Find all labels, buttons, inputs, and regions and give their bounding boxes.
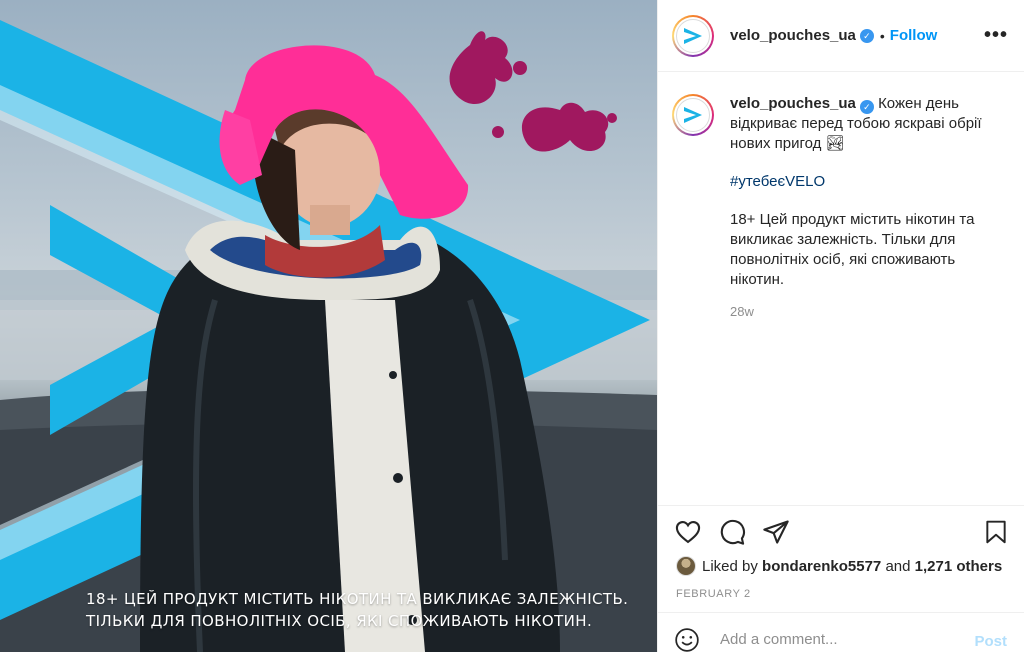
comment-icon[interactable] xyxy=(718,518,746,546)
comment-input[interactable] xyxy=(720,631,950,648)
smiley-icon[interactable] xyxy=(674,627,700,652)
profile-avatar[interactable] xyxy=(672,14,714,57)
follow-button[interactable]: Follow xyxy=(890,27,938,44)
caption-text-block: velo_pouches_ua ✓ Кожен день відкриває пе… xyxy=(730,94,990,322)
more-options-icon[interactable]: ••• xyxy=(984,24,1008,47)
caption-warning-text: 18+ Цей продукт містить нікотин та викли… xyxy=(730,211,975,288)
verified-badge-icon: ✓ xyxy=(859,100,874,114)
velo-logo-icon xyxy=(684,27,702,44)
velo-logo-icon xyxy=(684,107,702,123)
image-disclaimer-line-2: ТІЛЬКИ ДЛЯ ПОВНОЛІТНІХ ОСІБ, ЯКІ СПОЖИВА… xyxy=(86,612,593,630)
header-username-link[interactable]: velo_pouches_ua xyxy=(730,27,856,44)
liked-by-prefix: Liked by xyxy=(702,557,758,575)
liked-by-connector: and xyxy=(885,557,911,575)
verified-badge-icon: ✓ xyxy=(859,28,874,43)
post-actions-section: Liked by bondarenko5577 and 1,271 others… xyxy=(658,505,1024,610)
image-disclaimer-overlay: 18+ ЦЕЙ ПРОДУКТ МІСТИТЬ НІКОТИН ТА ВИКЛИ… xyxy=(86,588,629,632)
magenta-splash-graphic xyxy=(449,31,617,152)
likes-others-link[interactable]: 1,271 others xyxy=(915,558,1003,575)
header-separator: • xyxy=(879,27,885,44)
caption-username-link[interactable]: velo_pouches_ua xyxy=(730,95,856,112)
caption-comment: velo_pouches_ua ✓ Кожен день відкриває пе… xyxy=(672,94,1011,322)
caption-timestamp[interactable]: 28w xyxy=(730,302,990,322)
liker-username-link[interactable]: bondarenko5577 xyxy=(762,558,881,575)
post-image[interactable]: 18+ ЦЕЙ ПРОДУКТ МІСТИТЬ НІКОТИН ТА ВИКЛИ… xyxy=(0,0,657,652)
caption-emoji: 🏞 xyxy=(825,135,845,152)
post-header: velo_pouches_ua ✓ • Follow ••• xyxy=(658,0,1024,72)
caption-avatar[interactable] xyxy=(672,94,714,136)
liked-by-summary: Liked by bondarenko5577 and 1,271 others xyxy=(676,556,1002,576)
action-icon-row xyxy=(674,518,1009,546)
image-disclaimer-line-1: 18+ ЦЕЙ ПРОДУКТ МІСТИТЬ НІКОТИН ТА ВИКЛИ… xyxy=(86,590,629,608)
post-comment-button[interactable]: Post xyxy=(974,633,1007,650)
post-date[interactable]: FEBRUARY 2 xyxy=(676,588,751,600)
heart-icon[interactable] xyxy=(674,518,702,546)
bookmark-icon[interactable] xyxy=(983,518,1009,546)
add-comment-bar: Post xyxy=(658,612,1024,652)
post-photo-artwork xyxy=(0,20,657,652)
hashtag-link[interactable]: #утебеєVELO xyxy=(730,172,990,192)
post-details-panel: velo_pouches_ua ✓ • Follow ••• velo_pouc… xyxy=(657,0,1024,652)
liker-avatar[interactable] xyxy=(676,556,696,576)
paper-plane-icon[interactable] xyxy=(762,518,790,546)
comments-area: velo_pouches_ua ✓ Кожен день відкриває пе… xyxy=(658,72,1024,504)
